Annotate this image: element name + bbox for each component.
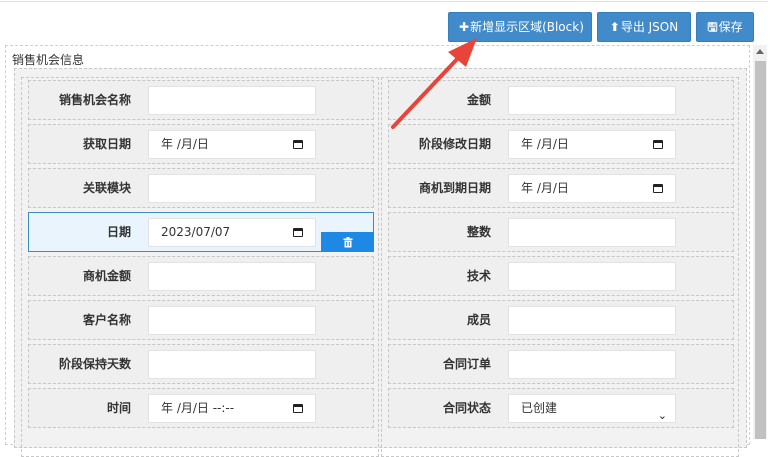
top-divider [0, 1, 768, 2]
trash-icon [343, 236, 352, 247]
date-input[interactable]: 年 /月/日 [508, 174, 676, 203]
right-form-row[interactable]: 金额 [388, 80, 734, 120]
field-label: 阶段修改日期 [418, 137, 491, 151]
scroll-up-arrow-icon[interactable] [756, 49, 764, 54]
chevron-down-icon[interactable]: ⌄ [658, 402, 667, 429]
field-label: 阶段保持天数 [58, 357, 131, 371]
field-label: 整数 [466, 225, 491, 239]
text-input[interactable] [508, 86, 676, 115]
calendar-icon[interactable] [653, 140, 663, 149]
left-form-row[interactable]: 客户名称 [28, 300, 374, 340]
delete-field-button[interactable] [321, 232, 374, 252]
right-column: 金额 阶段修改日期年 /月/日 商机到期日期年 /月/日 整数 技术 成员 合同订单 合同状态… [381, 77, 739, 457]
text-input[interactable] [508, 306, 676, 335]
vertical-scrollbar[interactable] [753, 45, 767, 439]
calendar-icon[interactable] [293, 140, 303, 149]
field-value: 年 /月/日 --:-- [161, 401, 235, 415]
field-label: 时间 [106, 401, 131, 415]
date-input[interactable]: 年 /月/日 [508, 130, 676, 159]
left-form-row[interactable]: 获取日期 年 /月/日 [28, 124, 374, 164]
right-form-row[interactable]: 合同订单 [388, 344, 734, 384]
date-input[interactable]: 年 /月/日 --:-- [148, 394, 316, 423]
scroll-thumb[interactable] [755, 61, 766, 439]
add-block-button[interactable]: ✚新增显示区域(Block) [448, 12, 592, 42]
field-label: 成员 [466, 313, 491, 327]
left-form-row[interactable]: 商机金额 [28, 256, 374, 296]
right-form-row[interactable]: 合同状态 已创建 ⌄ [388, 388, 734, 428]
date-input[interactable]: 2023/07/07 [148, 218, 316, 247]
calendar-icon[interactable] [293, 404, 303, 413]
field-value: 年 /月/日 [521, 181, 569, 195]
left-form-row[interactable]: 时间 年 /月/日 --:-- [28, 388, 374, 428]
add-block-label: 新增显示区域(Block) [470, 20, 584, 34]
right-form-row[interactable]: 阶段修改日期 年 /月/日 [388, 124, 734, 164]
left-form-row[interactable]: 关联模块 [28, 168, 374, 208]
field-label: 获取日期 [82, 137, 131, 151]
text-input[interactable] [508, 262, 676, 291]
date-input[interactable]: 年 /月/日 [148, 130, 316, 159]
save-button[interactable]: 🖫保存 [696, 12, 754, 42]
right-form-row[interactable]: 技术 [388, 256, 734, 296]
calendar-icon[interactable] [653, 184, 663, 193]
floppy-icon: 🖫 [707, 20, 718, 34]
text-input[interactable] [148, 350, 316, 379]
text-input[interactable] [148, 306, 316, 335]
field-label: 合同状态 [442, 401, 491, 415]
text-input[interactable] [508, 350, 676, 379]
field-label: 客户名称 [82, 313, 131, 327]
field-label: 合同订单 [442, 357, 491, 371]
field-label: 日期 [106, 225, 131, 239]
field-label: 商机到期日期 [418, 181, 491, 195]
field-label: 商机金额 [82, 269, 131, 283]
left-column: 销售机会名称获取日期 年 /月/日关联模块日期 2023/07/07 商机金额客户名称… [21, 77, 379, 457]
right-form-row[interactable]: 成员 [388, 300, 734, 340]
calendar-icon[interactable] [293, 228, 303, 237]
export-json-label: 导出 JSON [620, 20, 679, 34]
field-label: 销售机会名称 [58, 93, 131, 107]
field-value: 2023/07/07 [161, 225, 231, 239]
text-input[interactable] [148, 174, 316, 203]
block-body: 销售机会名称 获取日期年 /月/日 关联模块 日期 2023/07/07 商机金额 客户名称… [14, 68, 747, 457]
left-form-row[interactable]: 日期 2023/07/07 [28, 212, 374, 252]
left-form-row[interactable]: 阶段保持天数 [28, 344, 374, 384]
right-form-row[interactable]: 商机到期日期 年 /月/日 [388, 168, 734, 208]
field-value: 年 /月/日 [161, 137, 209, 151]
status-select[interactable]: 已创建 ⌄ [508, 394, 676, 423]
field-label: 关联模块 [82, 181, 131, 195]
text-input[interactable] [148, 262, 316, 291]
left-form-row[interactable]: 销售机会名称 [28, 80, 374, 120]
save-label: 保存 [718, 20, 743, 34]
export-json-button[interactable]: ⬆导出 JSON [597, 12, 691, 42]
text-input[interactable] [508, 218, 676, 247]
field-label: 技术 [466, 269, 491, 283]
upload-icon: ⬆ [609, 20, 620, 34]
field-value: 年 /月/日 [521, 137, 569, 151]
plus-icon: ✚ [459, 20, 470, 34]
field-value: 已创建 [521, 401, 558, 415]
text-input[interactable] [148, 86, 316, 115]
panel-title: 销售机会信息 [12, 53, 85, 67]
field-label: 金额 [466, 93, 491, 107]
right-form-row[interactable]: 整数 [388, 212, 734, 252]
block-panel: 销售机会信息 销售机会名称 获取日期年 /月/日 关联模块 日期 2023/07/07 商… [5, 45, 750, 457]
